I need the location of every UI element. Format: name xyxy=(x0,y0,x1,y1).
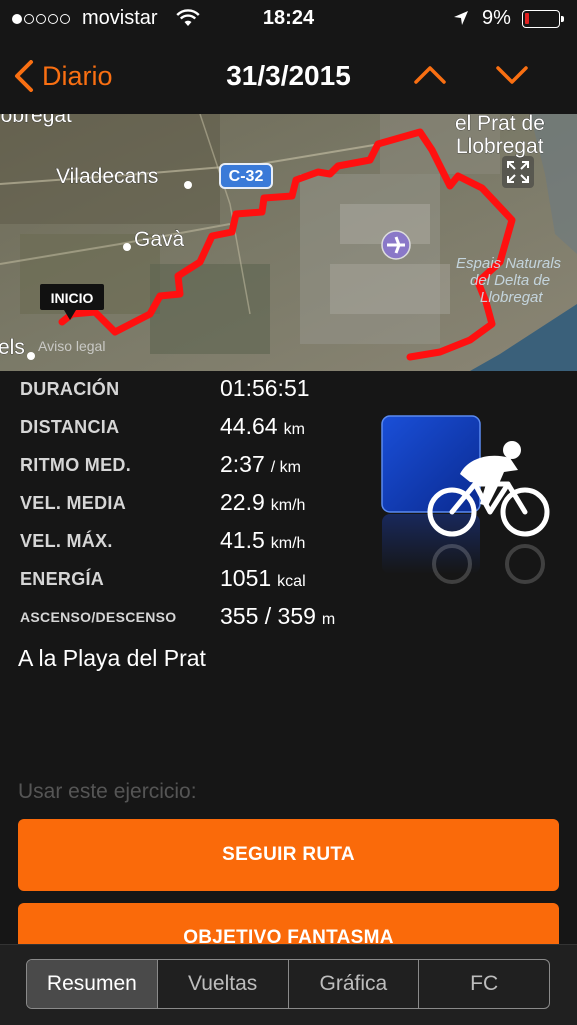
map-label-delta-1: Espais Naturals xyxy=(456,255,562,272)
follow-route-button[interactable]: SEGUIR RUTA xyxy=(18,819,559,891)
stat-label: DURACIÓN xyxy=(20,379,120,399)
map-label-viladecans: Viladecans xyxy=(56,165,158,188)
map-label-prat-1: el Prat de xyxy=(455,114,545,135)
airport-icon xyxy=(381,230,411,260)
stat-label: DISTANCIA xyxy=(20,417,120,437)
use-exercise-label: Usar este ejercicio: xyxy=(18,780,197,803)
map-label-gava: Gavà xyxy=(134,228,185,251)
map-label-llobregat-top: lobregat xyxy=(0,114,72,127)
start-pin-label: INICIO xyxy=(51,290,94,306)
route-map[interactable]: C-32 lobregat Viladecans Gavà el Prat de… xyxy=(0,114,577,371)
stat-unit: km/h xyxy=(270,535,306,552)
stat-value: 2:37 xyxy=(220,451,265,477)
stat-unit: kcal xyxy=(277,573,306,590)
expand-icon[interactable] xyxy=(502,156,534,188)
stat-unit: km/h xyxy=(270,497,306,514)
stat-unit: km xyxy=(283,421,305,438)
battery-icon xyxy=(522,10,564,28)
stat-unit: / km xyxy=(270,459,301,476)
map-label-delta-2: del Delta de xyxy=(470,272,550,289)
map-label-delta-3: Llobregat xyxy=(480,289,543,306)
battery-percent: 9% xyxy=(482,7,511,29)
map-label-els: els xyxy=(0,336,25,359)
stat-value: 41.5 xyxy=(220,527,265,553)
stat-label: RITMO MED. xyxy=(20,455,131,475)
stat-label: ENERGÍA xyxy=(20,569,105,589)
stat-row-ascent-descent: ASCENSO/DESCENSO 355 / 359 m xyxy=(0,599,577,637)
stat-label: VEL. MÁX. xyxy=(20,531,113,551)
cycling-icon xyxy=(380,414,550,594)
stat-value: 355 / 359 xyxy=(220,603,316,629)
workout-note: A la Playa del Prat xyxy=(18,645,206,671)
segmented-control: Resumen Vueltas Gráfica FC xyxy=(26,959,550,1009)
stat-value: 01:56:51 xyxy=(220,375,310,401)
tab-heart-rate[interactable]: FC xyxy=(419,960,549,1008)
chevron-down-icon[interactable] xyxy=(494,62,530,86)
tab-summary[interactable]: Resumen xyxy=(27,960,158,1008)
navigation-bar: Diario 31/3/2015 xyxy=(0,38,577,114)
stat-label: VEL. MEDIA xyxy=(20,493,127,513)
road-badge-label: C-32 xyxy=(229,168,264,185)
stat-unit: m xyxy=(321,611,336,628)
tab-chart[interactable]: Gráfica xyxy=(289,960,420,1008)
chevron-up-icon[interactable] xyxy=(412,62,448,86)
stat-row-duration: DURACIÓN 01:56:51 xyxy=(0,371,577,409)
tab-laps[interactable]: Vueltas xyxy=(158,960,289,1008)
ghost-target-button[interactable]: OBJETIVO FANTASMA xyxy=(18,903,559,947)
stat-value: 22.9 xyxy=(220,489,265,515)
map-legal-link[interactable]: Aviso legal xyxy=(38,338,105,354)
map-label-prat-2: Llobregat xyxy=(456,135,544,158)
location-arrow-icon xyxy=(453,10,469,31)
tab-bar: Resumen Vueltas Gráfica FC xyxy=(0,944,577,1025)
stat-value: 1051 xyxy=(220,565,272,591)
stat-label: ASCENSO/DESCENSO xyxy=(20,609,177,625)
stat-value: 44.64 xyxy=(220,413,278,439)
page-title: 31/3/2015 xyxy=(226,60,351,91)
status-bar: movistar 18:24 9% xyxy=(0,0,577,38)
